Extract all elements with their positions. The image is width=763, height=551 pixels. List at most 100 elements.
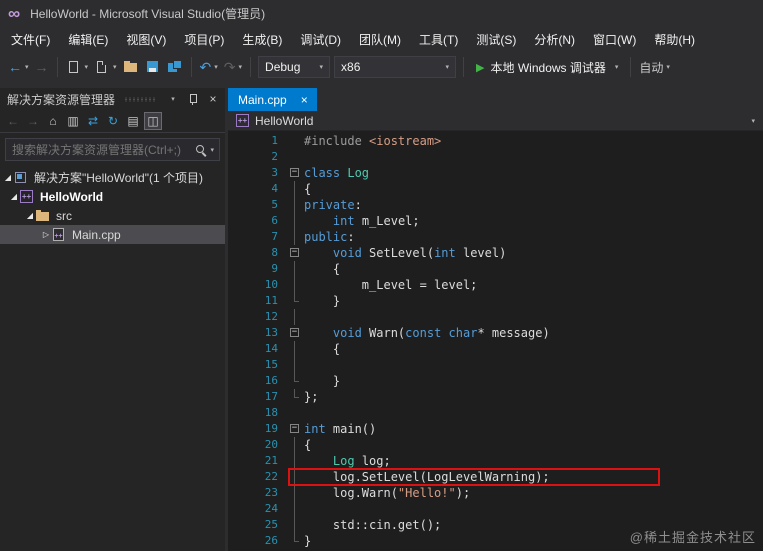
menu-item-file[interactable]: 文件(F) <box>2 27 59 52</box>
menu-item-build[interactable]: 生成(B) <box>233 27 291 52</box>
auto-dropdown[interactable]: 自动 ▾ <box>636 56 673 78</box>
menu-item-team[interactable]: 团队(M) <box>350 27 410 52</box>
tree-item-label: Main.cpp <box>72 227 121 242</box>
solution-explorer-header[interactable]: 解决方案资源管理器 ▾ × <box>0 88 225 110</box>
menu-item-analyze[interactable]: 分析(N) <box>525 27 584 52</box>
undo-button[interactable]: ↶ ▾ <box>197 56 221 78</box>
tree-item-solution[interactable]: ◢ 解决方案"HelloWorld"(1 个项目) <box>0 168 225 187</box>
line-number: 20 <box>264 438 278 451</box>
menu-item-project[interactable]: 项目(P) <box>175 27 233 52</box>
menu-item-view[interactable]: 视图(V) <box>117 27 175 52</box>
code-line-24[interactable]: 24 <box>228 501 763 517</box>
solution-search-box[interactable]: ▾ <box>5 138 220 161</box>
chevron-down-icon[interactable]: ▾ <box>751 117 755 125</box>
pin-button[interactable] <box>185 91 201 107</box>
show-all-files-button[interactable]: ◫ <box>144 112 162 130</box>
explorer-back-button[interactable]: ← <box>4 112 22 130</box>
close-panel-button[interactable]: × <box>205 91 221 107</box>
menu-item-edit[interactable]: 编辑(E) <box>59 27 117 52</box>
save-all-button[interactable] <box>164 56 186 78</box>
code-line-12[interactable]: 12 <box>228 309 763 325</box>
new-file-button[interactable]: ▾ <box>63 56 92 78</box>
fold-collapse-icon[interactable]: − <box>290 248 299 257</box>
code-line-14[interactable]: 14 { <box>228 341 763 357</box>
tab-maincpp[interactable]: Main.cpp × <box>228 88 317 111</box>
code-line-7[interactable]: 7 public: <box>228 229 763 245</box>
new-file-icon <box>66 59 82 75</box>
window-position-button[interactable]: ▾ <box>165 91 181 107</box>
code-line-18[interactable]: 18 <box>228 405 763 421</box>
code-line-21[interactable]: 21 Log log; <box>228 453 763 469</box>
code-line-15[interactable]: 15 <box>228 357 763 373</box>
search-input[interactable] <box>12 142 192 157</box>
tree-item-project[interactable]: ◢ HelloWorld <box>0 187 225 206</box>
code-line-3[interactable]: 3 − class Log <box>228 165 763 181</box>
code-line-22[interactable]: 22 log.SetLevel(LogLevelWarning); <box>228 468 763 486</box>
code-line-20[interactable]: 20 { <box>228 437 763 453</box>
solution-explorer-toolbar: ← → ⌂ ▥ ⇄ ↻ ▤ ◫ <box>0 110 225 133</box>
breadcrumb-project: HelloWorld <box>255 113 314 128</box>
code-line-13[interactable]: 13 − void Warn(const char* message) <box>228 325 763 341</box>
fold-collapse-icon[interactable]: − <box>290 328 299 337</box>
search-icon[interactable] <box>194 143 207 156</box>
code-line-16[interactable]: 16 } <box>228 373 763 389</box>
switch-views-button[interactable]: ▥ <box>64 112 82 130</box>
cpp-file-icon <box>52 227 67 242</box>
menu-item-window[interactable]: 窗口(W) <box>584 27 645 52</box>
code-line-5[interactable]: 5 private: <box>228 197 763 213</box>
code-line-10[interactable]: 10 m_Level = level; <box>228 277 763 293</box>
code-line-11[interactable]: 11 } <box>228 293 763 309</box>
configuration-dropdown[interactable]: Debug ▾ <box>258 56 331 78</box>
add-item-button[interactable]: ▾ <box>91 56 120 78</box>
code-line-19[interactable]: 19 − int main() <box>228 421 763 437</box>
open-file-button[interactable] <box>120 56 142 78</box>
code-line-2[interactable]: 2 <box>228 149 763 165</box>
menu-item-help[interactable]: 帮助(H) <box>645 27 704 52</box>
code-line-6[interactable]: 6 int m_Level; <box>228 213 763 229</box>
fold-collapse-icon[interactable]: − <box>290 424 299 433</box>
fold-margin[interactable]: − <box>286 165 304 181</box>
fold-margin[interactable]: − <box>286 325 304 341</box>
code-line-9[interactable]: 9 { <box>228 261 763 277</box>
home-button[interactable]: ⌂ <box>44 112 62 130</box>
title-bar[interactable]: ∞ HelloWorld - Microsoft Visual Studio(管… <box>0 0 763 26</box>
platform-dropdown[interactable]: x86 ▾ <box>334 56 457 78</box>
explorer-forward-button[interactable]: → <box>24 112 42 130</box>
chevron-down-icon: ▾ <box>614 64 619 71</box>
navigation-bar[interactable]: HelloWorld ▾ <box>228 111 763 131</box>
expander-expanded-icon[interactable]: ◢ <box>2 173 14 182</box>
code-line-8[interactable]: 8 − void SetLevel(int level) <box>228 245 763 261</box>
close-icon[interactable]: × <box>301 94 308 106</box>
code-line-17[interactable]: 17}; <box>228 389 763 405</box>
fold-margin <box>286 149 304 165</box>
refresh-button[interactable]: ↻ <box>104 112 122 130</box>
start-debugging-button[interactable]: ▶ 本地 Windows 调试器 ▾ <box>469 56 625 78</box>
save-button[interactable] <box>142 56 164 78</box>
code-text: private: <box>304 198 362 212</box>
redo-button[interactable]: ↷ ▾ <box>221 56 245 78</box>
menu-item-tools[interactable]: 工具(T) <box>410 27 467 52</box>
tree-item-file-maincpp[interactable]: ▷ Main.cpp <box>0 225 225 244</box>
code-line-23[interactable]: 23 log.Warn("Hello!"); <box>228 485 763 501</box>
menu-item-debug[interactable]: 调试(D) <box>291 27 350 52</box>
menu-item-test[interactable]: 测试(S) <box>467 27 525 52</box>
sync-with-active-document-button[interactable]: ⇄ <box>84 112 102 130</box>
collapse-all-button[interactable]: ▤ <box>124 112 142 130</box>
fold-margin <box>286 341 304 357</box>
tree-item-folder-src[interactable]: ◢ src <box>0 206 225 225</box>
navigate-forward-button[interactable]: → <box>32 56 52 78</box>
navigate-back-button[interactable]: ← ▾ <box>5 56 32 78</box>
code-line-1[interactable]: 1 #include <iostream> <box>228 133 763 149</box>
fold-collapse-icon[interactable]: − <box>290 168 299 177</box>
fold-margin[interactable]: − <box>286 245 304 261</box>
code-editor[interactable]: 1 #include <iostream> 2 3− class Log 4{5 priva… <box>228 131 763 551</box>
chevron-down-icon: ▾ <box>319 64 324 71</box>
code-text: } <box>304 294 341 308</box>
solution-icon <box>14 171 29 185</box>
expander-collapsed-icon[interactable]: ▷ <box>40 230 52 239</box>
expander-expanded-icon[interactable]: ◢ <box>24 211 36 220</box>
chevron-down-icon[interactable]: ▾ <box>210 146 214 154</box>
fold-margin[interactable]: − <box>286 421 304 437</box>
expander-expanded-icon[interactable]: ◢ <box>8 192 20 201</box>
code-line-4[interactable]: 4{ <box>228 181 763 197</box>
